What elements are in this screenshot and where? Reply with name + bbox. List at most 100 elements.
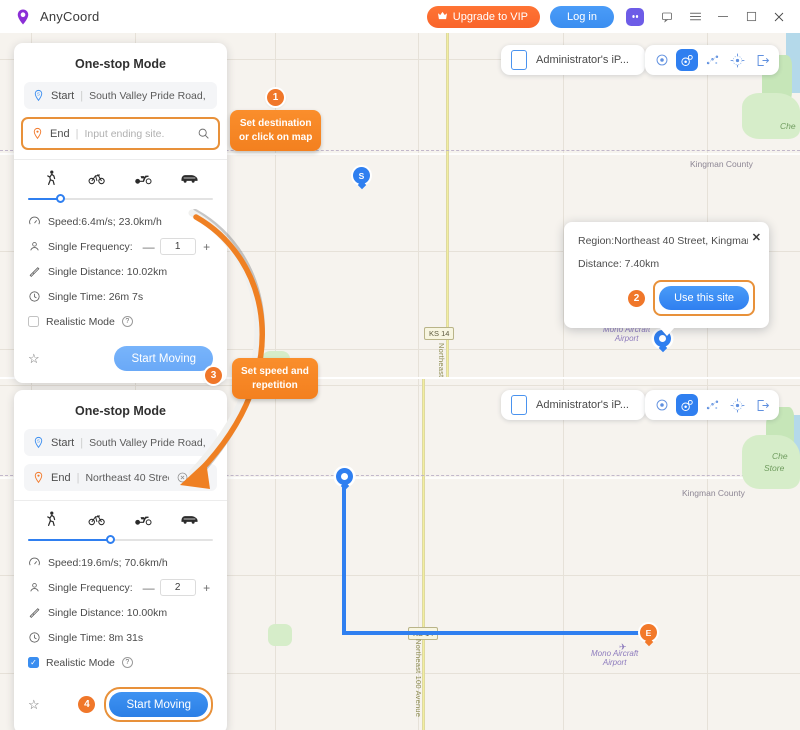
window-titlebar: AnyCoord Upgrade to VIP Log in xyxy=(0,0,800,33)
frequency-plus-button-bottom[interactable]: + xyxy=(200,581,214,595)
slider-knob-bottom[interactable] xyxy=(106,535,116,544)
device-chip-top[interactable]: Administrator's iP... xyxy=(501,45,645,75)
map-label-park-line2: Store xyxy=(764,463,785,473)
map-tools-top xyxy=(645,45,779,75)
close-icon[interactable] xyxy=(768,6,790,28)
map-label-vertical-road-bottom: Northeast 100 Avenue xyxy=(414,639,423,718)
realistic-mode-checkbox-bottom[interactable]: ✓ xyxy=(28,657,39,668)
mode-car-bottom[interactable] xyxy=(167,510,213,528)
help-icon-bottom[interactable]: ? xyxy=(121,657,133,668)
iphone-icon-bottom xyxy=(511,395,527,415)
slider-knob-top[interactable] xyxy=(56,194,66,203)
mode-scooter-top[interactable] xyxy=(121,169,167,187)
mode-car-top[interactable] xyxy=(167,169,213,187)
field-separator: | xyxy=(75,127,79,140)
step-badge-2: 2 xyxy=(628,289,646,307)
location-pin-icon xyxy=(14,8,32,26)
start-moving-group-bottom: 4 Start Moving xyxy=(78,687,213,722)
frequency-minus-button-top[interactable]: — xyxy=(142,240,156,254)
realistic-mode-row-bottom: ✓ Realistic Mode ? xyxy=(14,650,227,675)
airport-label-line1-bottom: Mono Aircraft xyxy=(591,649,639,658)
clear-icon[interactable] xyxy=(175,471,189,485)
locate-icon-bottom[interactable] xyxy=(651,394,673,416)
close-icon[interactable]: ✕ xyxy=(752,231,761,244)
login-button[interactable]: Log in xyxy=(550,5,614,28)
svg-text:S: S xyxy=(37,91,40,96)
frequency-row-bottom: Single Frequency: — 2 + xyxy=(14,575,227,600)
exit-icon-bottom[interactable] xyxy=(751,394,773,416)
two-spot-mode-icon[interactable] xyxy=(676,49,698,71)
panel-title-bottom: One-stop Mode xyxy=(75,404,166,418)
realistic-mode-checkbox-top[interactable] xyxy=(28,316,39,327)
speed-slider-top[interactable] xyxy=(28,194,213,204)
start-field-top[interactable]: S Start | South Valley Pride Road, Ren… xyxy=(24,82,217,109)
joystick-mode-icon[interactable] xyxy=(726,49,748,71)
realistic-mode-row-top: Realistic Mode ? xyxy=(14,309,227,334)
speed-row-bottom: Speed:19.6m/s; 70.6km/h xyxy=(14,550,227,575)
help-icon[interactable]: ? xyxy=(121,316,133,327)
exit-icon[interactable] xyxy=(751,49,773,71)
minimize-icon[interactable] xyxy=(712,6,734,28)
mode-walk-top[interactable] xyxy=(28,169,74,187)
multi-spot-mode-icon[interactable] xyxy=(701,49,723,71)
route-end-marker[interactable]: E xyxy=(640,624,657,641)
one-stop-mode-panel-bottom: One-stop Mode S Start | South Valley Pri… xyxy=(14,390,227,730)
map-label-airport-bottom: Mono Aircraft Airport xyxy=(591,649,638,667)
airport-label-line2: Airport xyxy=(614,334,639,344)
multi-spot-mode-icon-bottom[interactable] xyxy=(701,394,723,416)
hamburger-menu-icon[interactable] xyxy=(684,6,706,28)
start-moving-button-bottom[interactable]: Start Moving xyxy=(109,692,208,717)
mode-scooter-bottom[interactable] xyxy=(121,510,167,528)
start-field-label-bottom: Start xyxy=(51,436,75,449)
maximize-icon[interactable] xyxy=(740,6,762,28)
search-icon[interactable] xyxy=(196,127,210,141)
start-field-bottom[interactable]: S Start | South Valley Pride Road, Ren… xyxy=(24,429,217,456)
use-this-site-button[interactable]: Use this site xyxy=(659,286,749,310)
callout-set-speed: Set speed and repetition xyxy=(232,358,318,399)
star-icon[interactable]: ☆ xyxy=(28,351,40,367)
mode-bike-top[interactable] xyxy=(74,169,120,187)
start-marker[interactable]: S xyxy=(353,167,370,184)
star-icon-bottom[interactable]: ☆ xyxy=(28,697,40,713)
two-spot-mode-icon-bottom[interactable] xyxy=(676,394,698,416)
feedback-icon[interactable] xyxy=(656,6,678,28)
speed-slider-bottom[interactable] xyxy=(28,535,213,545)
frequency-plus-button-top[interactable]: + xyxy=(200,240,214,254)
start-moving-button-top[interactable]: Start Moving xyxy=(114,346,213,371)
end-field-top[interactable]: End | Input ending site. xyxy=(21,117,220,150)
upgrade-to-vip-button[interactable]: Upgrade to VIP xyxy=(426,5,540,28)
ruler-icon-bottom xyxy=(28,606,41,619)
route-start-marker-b[interactable] xyxy=(336,468,353,485)
joystick-mode-icon-bottom[interactable] xyxy=(726,394,748,416)
app-brand: AnyCoord xyxy=(0,8,99,26)
frequency-minus-button-bottom[interactable]: — xyxy=(142,581,156,595)
callout-3-line1: Set speed and xyxy=(241,366,309,377)
frequency-value-top[interactable]: 1 xyxy=(159,238,196,255)
slider-fill-bottom xyxy=(28,539,112,541)
map-label-park-partial: Che xyxy=(780,121,796,131)
route-shield-label: KS 14 xyxy=(424,327,455,340)
start-field-label: Start xyxy=(51,89,75,102)
repeat-icon-bottom xyxy=(28,581,41,594)
frequency-value-bottom[interactable]: 2 xyxy=(159,579,196,596)
device-name-bottom: Administrator's iP... xyxy=(536,399,629,411)
route-segment-vertical xyxy=(342,477,346,635)
clock-icon-bottom xyxy=(28,631,41,644)
route-segment-horizontal xyxy=(342,631,648,635)
device-name-top: Administrator's iP... xyxy=(536,54,629,66)
discord-icon[interactable] xyxy=(626,7,644,26)
locate-icon[interactable] xyxy=(651,49,673,71)
distance-row-bottom: Single Distance: 10.00km xyxy=(14,600,227,625)
device-chip-bottom[interactable]: Administrator's iP... xyxy=(501,390,645,420)
start-moving-label-top: Start Moving xyxy=(131,352,196,365)
end-field-bottom[interactable]: End | Northeast 40 Street, xyxy=(24,464,217,491)
search-icon-bottom[interactable] xyxy=(195,471,209,485)
panel-footer-top: ☆ Start Moving xyxy=(14,334,227,377)
step-badge-1: 1 xyxy=(267,89,284,106)
realistic-mode-label-top: Realistic Mode xyxy=(46,315,115,328)
end-field-label-bottom: End xyxy=(51,471,71,484)
mode-walk-bottom[interactable] xyxy=(28,510,74,528)
popup-actions: 2 Use this site xyxy=(578,280,755,316)
mode-bike-bottom[interactable] xyxy=(74,510,120,528)
mode-selector-bottom xyxy=(14,501,227,528)
